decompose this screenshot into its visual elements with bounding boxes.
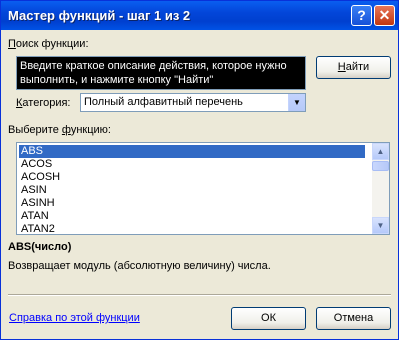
function-list-label: Выберите функцию: [8,124,111,136]
function-list-item[interactable]: ABS [19,145,365,158]
close-icon[interactable]: ✕ [374,5,395,26]
chevron-down-icon[interactable]: ▼ [288,94,305,111]
function-list-item[interactable]: ACOS [21,158,365,171]
search-label: Поиск функции: [8,38,89,50]
function-list-item[interactable]: ACOSH [21,171,365,184]
help-icon[interactable]: ? [351,5,372,26]
search-input[interactable]: Введите краткое описание действия, котор… [16,56,306,90]
help-link[interactable]: Справка по этой функции [9,312,140,324]
function-wizard-dialog: Мастер функций - шаг 1 из 2 ? ✕ Поиск фу… [0,0,399,340]
cancel-button[interactable]: Отмена [316,307,391,330]
function-list-item[interactable]: ASIN [21,184,365,197]
title-bar[interactable]: Мастер функций - шаг 1 из 2 ? ✕ [1,1,398,30]
function-signature: ABS(число) [8,241,72,253]
ok-button[interactable]: ОК [231,307,306,330]
function-list-scrollbar[interactable]: ▲ ▼ [372,143,389,234]
function-listbox[interactable]: ABS ACOS ACOSH ASIN ASINH ATAN ATAN2 ▲ ▼ [16,142,390,235]
function-list-item[interactable]: ASINH [21,197,365,210]
scroll-down-icon[interactable]: ▼ [372,217,389,234]
window-title: Мастер функций - шаг 1 из 2 [8,8,191,23]
footer-divider [8,294,391,296]
scroll-thumb[interactable] [372,161,389,171]
function-description: Возвращает модуль (абсолютную величину) … [8,260,271,272]
category-select[interactable]: Полный алфавитный перечень ▼ [80,93,306,112]
category-label: Категория: [16,97,71,109]
scroll-up-icon[interactable]: ▲ [372,143,389,160]
find-button[interactable]: Найти [316,56,391,79]
category-selected-value: Полный алфавитный перечень [84,96,243,108]
function-list-item[interactable]: ATAN [21,210,365,223]
function-list-item[interactable]: ATAN2 [21,223,365,234]
